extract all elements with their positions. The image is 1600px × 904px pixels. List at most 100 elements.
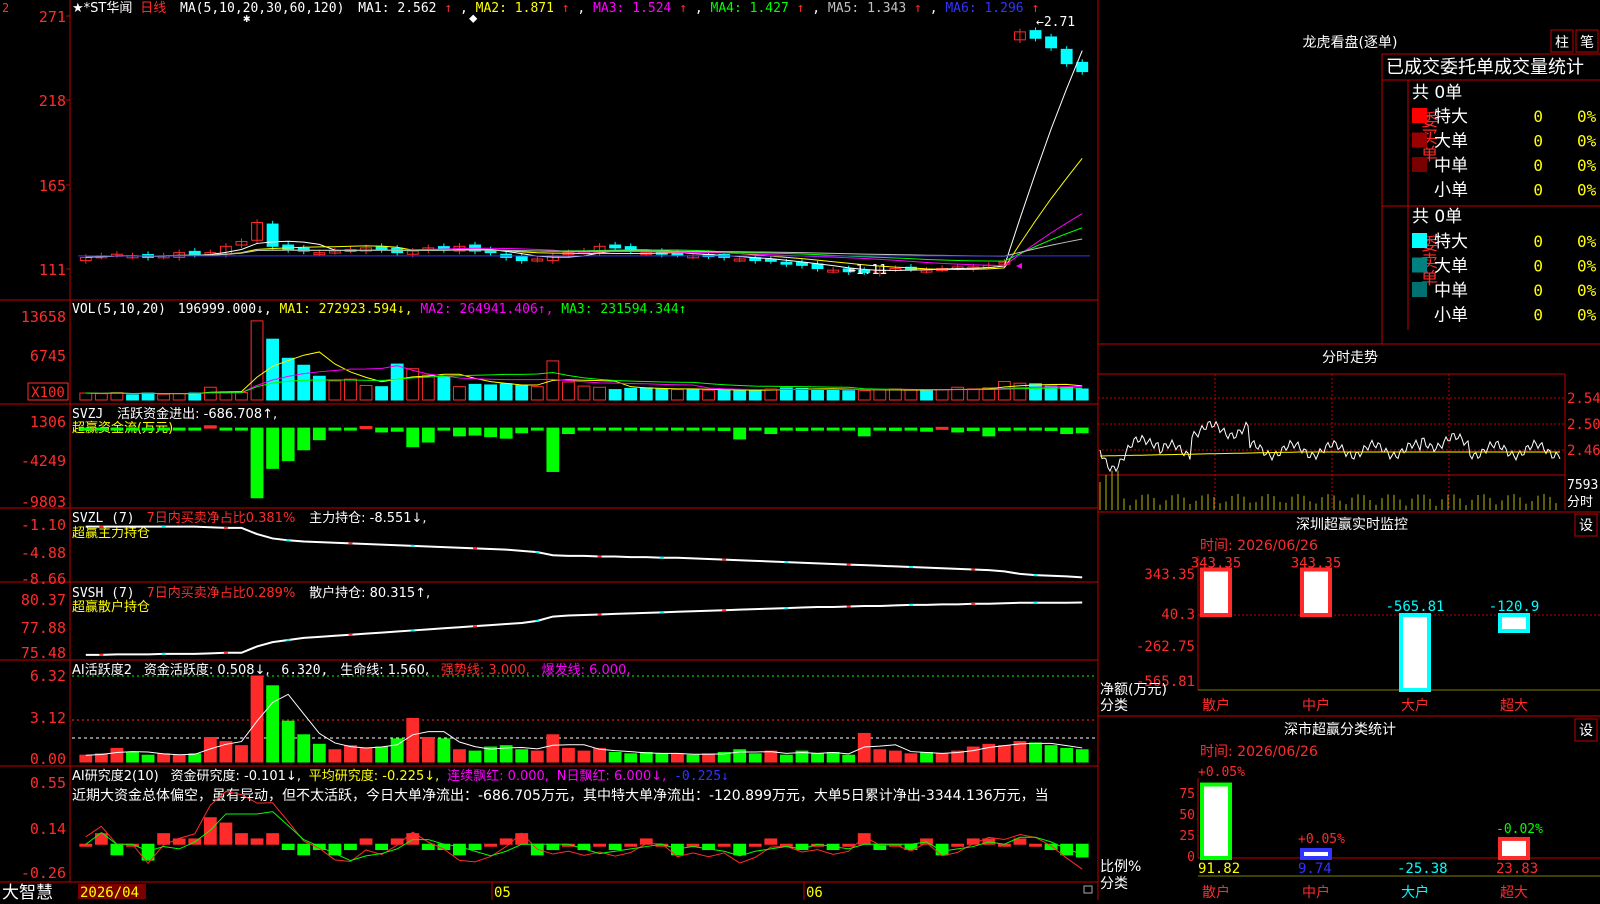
- price-panel[interactable]: 2 ★*ST华闻 日线 MA(5,10,20,30,60,120) MA1: 2…: [2, 1, 1090, 279]
- svsh-subtitle: 超赢散户持仓: [72, 599, 150, 615]
- retail-line-tick: [410, 629, 415, 632]
- price-ytick-2: 218: [39, 92, 66, 110]
- date-label-2: 05: [494, 885, 511, 900]
- research-label3: 连续飘红: 0.000,: [447, 768, 549, 784]
- order-count: 0: [1533, 181, 1543, 200]
- activity-bar: [250, 675, 264, 763]
- volume-bar: [966, 388, 980, 401]
- stock-chart-workspace[interactable]: 2 ★*ST华闻 日线 MA(5,10,20,30,60,120) MA1: 2…: [0, 0, 1600, 903]
- footer-axis[interactable]: 大智慧 2026/04 05 06: [2, 882, 1093, 903]
- ma1-arrow: ↑: [444, 1, 452, 16]
- order-size-swatch: [1412, 132, 1427, 148]
- ma5-value: 1.343: [867, 1, 906, 16]
- buy-rows: 特大 0 0% 大单 0 0% 中单 0 0% 小单 0 0%: [1412, 107, 1597, 201]
- research-bar: [1013, 838, 1027, 845]
- fund-flow-bar: [1060, 427, 1074, 435]
- fund-flow-bar: [811, 427, 824, 431]
- ai-research-panel[interactable]: AI研究度2(10) 资金研究度: -0.101↓, 平均研究度: -0.225…: [21, 768, 1089, 882]
- main-force-line-tick: [1033, 574, 1038, 577]
- stock-name: ★*ST华闻: [72, 1, 132, 16]
- ma2-arrow: ↑: [562, 1, 570, 16]
- fund-flow-bar: [1013, 427, 1027, 431]
- ai-label4: 强势线: 3.000,: [441, 662, 530, 678]
- volume-bar: [920, 390, 933, 401]
- activity-bar: [857, 732, 871, 763]
- volume-bar: [842, 390, 856, 401]
- realtime-monitor-panel[interactable]: 深圳超赢实时监控 设 时间: 2026/06/26 343.35 40.3 -2…: [1100, 513, 1600, 714]
- svzl-panel[interactable]: SVZL (7) 7日内买卖净占比0.381% 主力持仓: -8.551↓, 超…: [21, 510, 1083, 588]
- fund-flow-bar: [1075, 427, 1089, 434]
- lhb-title: 龙虎看盘(逐单): [1303, 34, 1398, 51]
- research-bar: [203, 817, 217, 845]
- main-force-line-tick: [161, 525, 166, 528]
- svsh-panel[interactable]: SVSH (7) 7日内买卖净占比0.289% 散户持仓: 80.315↑, 超…: [21, 585, 1083, 662]
- research-label5: -0.225↓: [674, 769, 729, 784]
- main-force-line: [85, 525, 1083, 579]
- fund-flow-bar: [920, 427, 933, 432]
- fund-flow-bar: [344, 427, 357, 431]
- activity-bar: [562, 747, 575, 763]
- intraday-title: 分时走势: [1322, 350, 1378, 366]
- research-bar: [748, 843, 762, 847]
- intraday-volume-label: 分时: [1567, 495, 1593, 510]
- svzl-label1: 7日内买卖净占比0.381%: [146, 510, 295, 526]
- candle: [1045, 36, 1058, 49]
- stats-change-label: +0.05%: [1198, 765, 1245, 780]
- stats-bar: [1200, 782, 1232, 861]
- candle: [764, 258, 777, 262]
- activity-bar: [546, 734, 560, 763]
- svsh-legend: SVSH (7) 7日内买卖净占比0.289% 散户持仓: 80.315↑,: [72, 585, 430, 601]
- volume-bar: [79, 392, 93, 401]
- activity-bar: [997, 745, 1011, 763]
- volume-bar: [717, 389, 731, 401]
- research-bar: [219, 822, 233, 845]
- main-force-line-tick: [784, 561, 789, 564]
- research-label4: N日飘红: 6.000↓,: [557, 768, 666, 784]
- volume-panel[interactable]: VOL(5,10,20) 196999.000↓, MA1: 272923.59…: [21, 302, 1089, 401]
- fund-flow-bar: [79, 427, 93, 431]
- retail-line-tick: [535, 619, 540, 622]
- cursor-marker-icon: [1016, 263, 1022, 269]
- candlestick-series[interactable]: [79, 27, 1089, 277]
- classification-stats-panel[interactable]: 深市超赢分类统计 设 时间: 2026/06/26 75 50 25 0 比例%…: [1100, 718, 1600, 901]
- main-force-line-tick: [410, 544, 415, 547]
- fund-flow-bar: [717, 427, 731, 431]
- vol-ma1: MA1: 272923.594↓,: [280, 302, 413, 317]
- lock-icon[interactable]: [1083, 885, 1093, 894]
- research-bar: [935, 843, 949, 856]
- main-force-line-tick: [659, 556, 664, 559]
- vol-legend: VOL(5,10,20) 196999.000↓, MA1: 272923.59…: [72, 302, 687, 317]
- volume-bar: [297, 364, 311, 401]
- activity-bar: [110, 747, 124, 763]
- fund-flow-bar: [562, 427, 575, 435]
- volume-bar: [126, 394, 139, 401]
- volume-bar: [811, 388, 824, 401]
- activity-bar: [203, 737, 217, 763]
- stats-category: 大户: [1401, 884, 1429, 900]
- monitor-bar-label: 343.35: [1291, 555, 1342, 571]
- sell-total: 共 0单: [1412, 207, 1462, 227]
- activity-bar: [577, 750, 591, 763]
- svzl-title: SVZL (7): [72, 511, 135, 526]
- fund-flow-bar: [966, 427, 980, 431]
- research-bar: [515, 833, 529, 845]
- activity-bar: [639, 751, 653, 763]
- lhb-panel[interactable]: 龙虎看盘(逐单) 柱 笔 已成交委托单成交量统计 委买单 共 0单 特大 0 0% 大…: [1303, 29, 1599, 326]
- intraday-chart: [1099, 420, 1561, 510]
- svzj-panel[interactable]: SVZJ 活跃资金进出: -686.708↑, 超赢资金流(万元) 1306 -…: [21, 406, 1089, 511]
- volume-bar: [997, 380, 1011, 401]
- fund-flow-bar: [157, 427, 171, 431]
- retail-line-tick: [908, 603, 913, 606]
- research-bar: [359, 838, 373, 845]
- activity-bar: [406, 717, 420, 763]
- vol-title: VOL(5,10,20): [72, 302, 166, 317]
- stats-ytick-4: 0: [1187, 850, 1195, 865]
- intraday-volume: 7593: [1567, 478, 1598, 493]
- volume-bar: [655, 388, 669, 401]
- order-size-swatch: [1412, 282, 1427, 297]
- research-bar: [421, 843, 435, 851]
- candle: [266, 223, 279, 247]
- order-percent: 0%: [1577, 107, 1597, 126]
- ai-activity-panel[interactable]: AI活跃度2 资金活跃度: 0.508↓, 6.320, 生命线: 1.560,…: [30, 662, 1096, 768]
- volume-bar: [935, 389, 949, 401]
